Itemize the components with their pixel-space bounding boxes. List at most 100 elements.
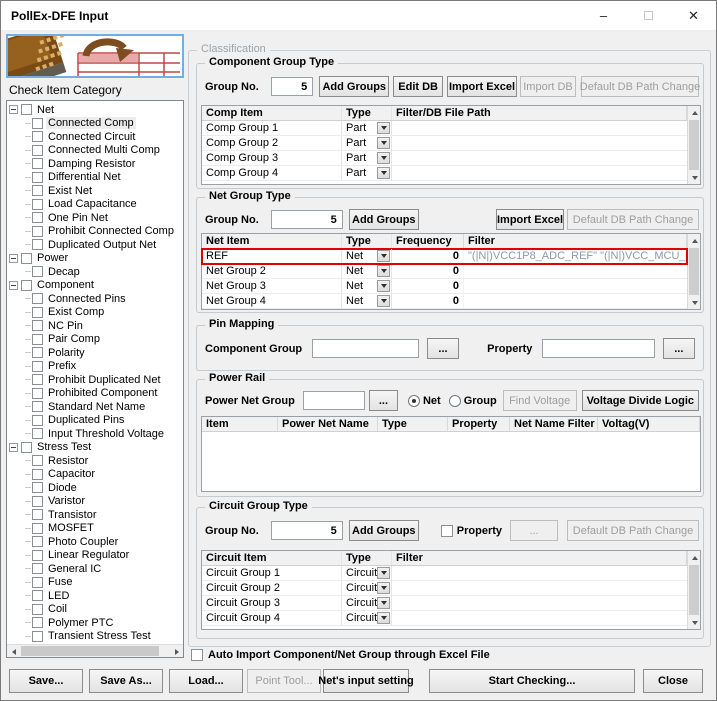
tree-item-label[interactable]: NC Pin <box>46 320 85 332</box>
tree-item-photo-coupler[interactable]: Photo Coupler <box>9 535 182 549</box>
filter-cell[interactable] <box>392 566 687 580</box>
tree-item-capacitor[interactable]: Capacitor <box>9 468 182 482</box>
close-icon[interactable]: ✕ <box>671 1 716 30</box>
save-as-button[interactable]: Save As... <box>89 669 163 693</box>
tree-item-pair-comp[interactable]: Pair Comp <box>9 333 182 347</box>
tree-item-polymer-ptc[interactable]: Polymer PTC <box>9 616 182 630</box>
edit-db-button[interactable]: Edit DB <box>393 76 443 97</box>
tree-checkbox[interactable] <box>32 293 43 304</box>
comp-group-row[interactable]: Comp Group 1Part <box>202 121 687 136</box>
tree-checkbox[interactable] <box>32 509 43 520</box>
load-button[interactable]: Load... <box>169 669 243 693</box>
type-cell[interactable]: Net <box>342 264 392 278</box>
comp-group-row[interactable]: Comp Group 4Part <box>202 166 687 181</box>
col-header-net-item[interactable]: Net Item <box>202 234 342 248</box>
tree-item-label[interactable]: Photo Coupler <box>46 536 120 548</box>
col-header-net-name-filter[interactable]: Net Name Filter <box>510 417 598 431</box>
item-cell[interactable]: Net Group 2 <box>202 264 342 278</box>
group-radio-label[interactable]: Group <box>464 395 497 407</box>
chevron-down-icon[interactable] <box>377 152 390 164</box>
tree-checkbox[interactable] <box>32 361 43 372</box>
filter-cell[interactable]: "(|N|)VCC1P8_ADC_REF" "(|N|)VCC_MCU_AREF… <box>464 249 687 263</box>
filter-cell[interactable] <box>464 294 687 308</box>
filter-cell[interactable] <box>392 121 687 135</box>
tree-item-prohibited-component[interactable]: Prohibited Component <box>9 387 182 401</box>
item-cell[interactable]: Comp Group 2 <box>202 136 342 150</box>
chevron-down-icon[interactable] <box>377 280 390 292</box>
power-net-group-input[interactable] <box>303 391 365 410</box>
tree-item-connected-circuit[interactable]: Connected Circuit <box>9 130 182 144</box>
tree-item-label[interactable]: Prohibited Component <box>46 387 159 399</box>
tree-checkbox[interactable] <box>32 523 43 534</box>
tree-checkbox[interactable] <box>32 374 43 385</box>
item-cell[interactable]: Comp Group 4 <box>202 166 342 180</box>
type-cell[interactable]: Net <box>342 294 392 308</box>
voltage-divide-logic-button[interactable]: Voltage Divide Logic <box>582 390 699 411</box>
filter-cell[interactable] <box>392 611 687 625</box>
net-group-row[interactable]: REFNet0"(|N|)VCC1P8_ADC_REF" "(|N|)VCC_M… <box>202 249 687 264</box>
tree-item-prohibit-connected-comp[interactable]: Prohibit Connected Comp <box>9 225 182 239</box>
nets-input-setting-button[interactable]: Net's input setting <box>323 669 409 693</box>
tree-checkbox[interactable] <box>32 131 43 142</box>
chevron-down-icon[interactable] <box>377 597 390 609</box>
item-cell[interactable]: Comp Group 3 <box>202 151 342 165</box>
tree-item-load-capacitance[interactable]: Load Capacitance <box>9 198 182 212</box>
tree-checkbox[interactable] <box>32 428 43 439</box>
tree-checkbox[interactable] <box>32 158 43 169</box>
chevron-down-icon[interactable] <box>377 250 390 262</box>
tree-item-decap[interactable]: Decap <box>9 265 182 279</box>
tree-item-resistor[interactable]: Resistor <box>9 454 182 468</box>
frequency-cell[interactable]: 0 <box>392 264 464 278</box>
tree-item-varistor[interactable]: Varistor <box>9 495 182 509</box>
item-cell[interactable]: Circuit Group 4 <box>202 611 342 625</box>
scroll-up-icon[interactable] <box>688 551 701 564</box>
chevron-down-icon[interactable] <box>377 122 390 134</box>
tree-item-label[interactable]: Standard Net Name <box>46 401 147 413</box>
circuit-group-row[interactable]: Circuit Group 1Circuit <box>202 566 687 581</box>
filter-cell[interactable] <box>392 166 687 180</box>
filter-cell[interactable] <box>392 136 687 150</box>
chevron-down-icon[interactable] <box>377 582 390 594</box>
group-radio[interactable] <box>449 395 461 407</box>
scroll-left-icon[interactable] <box>7 645 20 658</box>
tree-item-label[interactable]: Connected Pins <box>46 293 128 305</box>
tree-item-component[interactable]: Component <box>9 279 182 293</box>
tree-item-label[interactable]: Exist Comp <box>46 306 106 318</box>
tree-item-label[interactable]: Prohibit Duplicated Net <box>46 374 163 386</box>
auto-import-label[interactable]: Auto Import Component/Net Group through … <box>208 649 490 661</box>
close-button[interactable]: Close <box>643 669 703 693</box>
col-header-item[interactable]: Item <box>202 417 278 431</box>
tree-item-led[interactable]: LED <box>9 589 182 603</box>
tree-item-transistor[interactable]: Transistor <box>9 508 182 522</box>
col-header-frequency[interactable]: Frequency <box>392 234 464 248</box>
tree-checkbox[interactable] <box>32 563 43 574</box>
tree-checkbox[interactable] <box>32 334 43 345</box>
scroll-down-icon[interactable] <box>688 171 701 184</box>
tree-item-label[interactable]: Prefix <box>46 360 78 372</box>
net-group-row[interactable]: Net Group 3Net0 <box>202 279 687 294</box>
tree-checkbox[interactable] <box>32 226 43 237</box>
tree-item-label[interactable]: Connected Circuit <box>46 131 137 143</box>
tree-item-label[interactable]: Varistor <box>46 495 87 507</box>
property-checkbox[interactable] <box>441 525 453 537</box>
tree-item-label[interactable]: Connected Comp <box>46 117 136 129</box>
type-cell[interactable]: Part <box>342 136 392 150</box>
scrollbar-thumb[interactable] <box>689 565 699 615</box>
tree-item-label[interactable]: LED <box>46 590 71 602</box>
tree-item-mosfet[interactable]: MOSFET <box>9 522 182 536</box>
tree-item-label[interactable]: Stress Test <box>35 441 93 453</box>
filter-cell[interactable] <box>392 151 687 165</box>
type-cell[interactable]: Net <box>342 249 392 263</box>
tree-item-label[interactable]: Transistor <box>46 509 99 521</box>
tree-item-standard-net-name[interactable]: Standard Net Name <box>9 400 182 414</box>
tree-checkbox[interactable] <box>32 401 43 412</box>
tree-checkbox[interactable] <box>32 212 43 223</box>
tree-checkbox[interactable] <box>32 239 43 250</box>
comp-import-excel-button[interactable]: Import Excel <box>447 76 517 97</box>
circuit-group-row[interactable]: Circuit Group 3Circuit <box>202 596 687 611</box>
tree-item-label[interactable]: Fuse <box>46 576 74 588</box>
filter-cell[interactable] <box>464 264 687 278</box>
auto-import-checkbox[interactable] <box>191 649 203 661</box>
tree-checkbox[interactable] <box>32 388 43 399</box>
filter-cell[interactable] <box>392 596 687 610</box>
